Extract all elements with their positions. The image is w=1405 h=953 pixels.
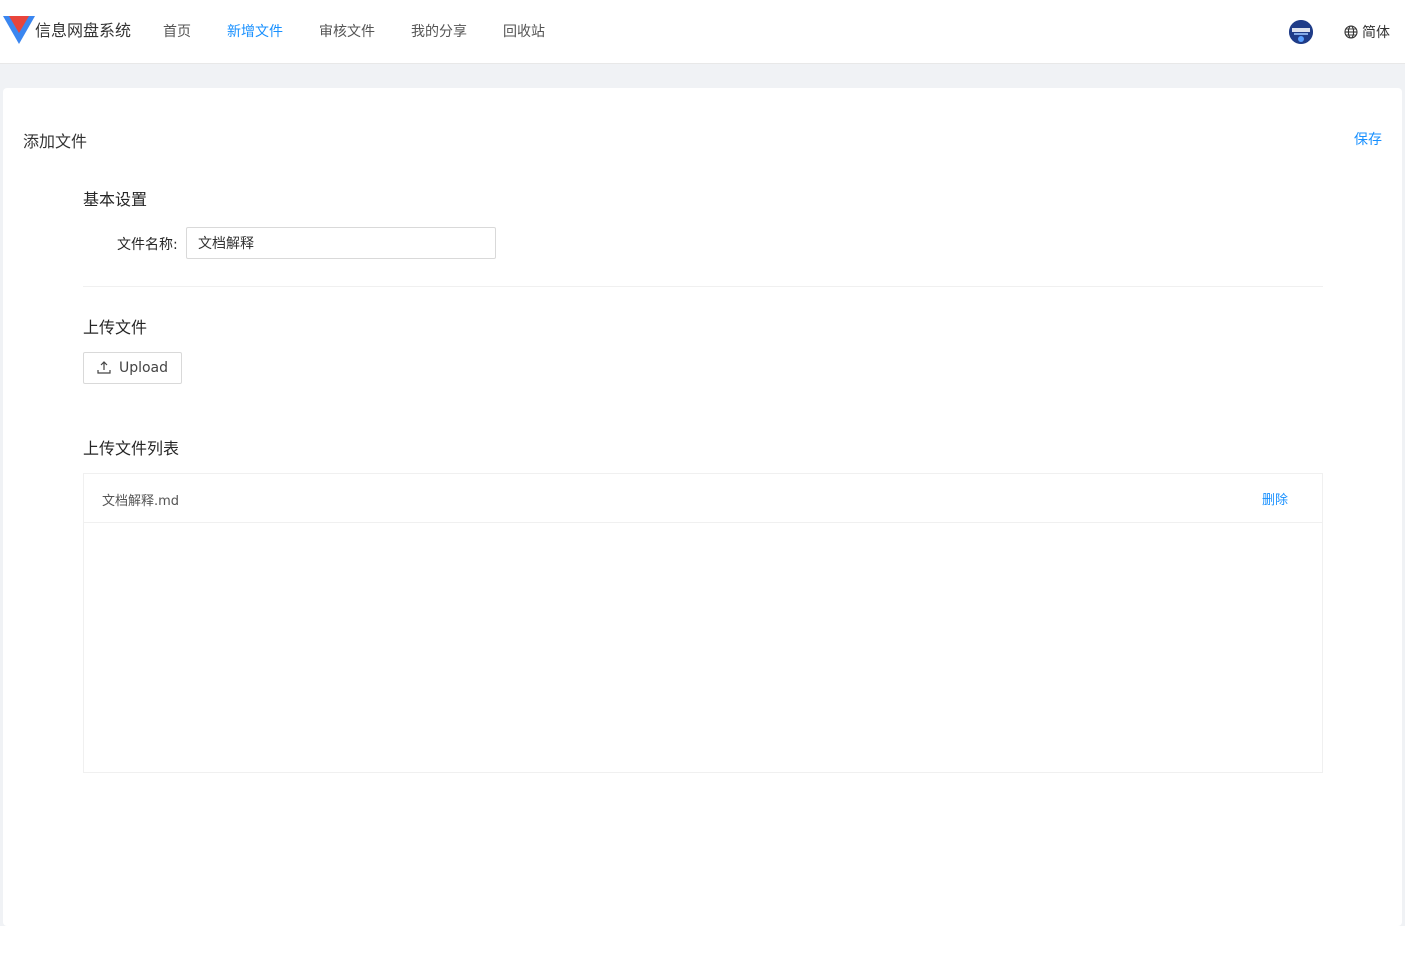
add-file-card: 添加文件 保存 基本设置 文件名称: 上传文件 Upload 上传文件列表 文档… xyxy=(3,88,1402,926)
upload-title: 上传文件 xyxy=(83,318,148,337)
upload-icon xyxy=(97,361,111,374)
file-item-name: 文档解释.md xyxy=(102,494,180,509)
list-item: 文档解释.md 删除 xyxy=(84,474,1322,523)
upload-button[interactable]: Upload xyxy=(83,352,182,384)
main-nav: 首页 新增文件 审核文件 我的分享 回收站 xyxy=(145,0,563,64)
file-name-label: 文件名称: xyxy=(117,237,178,253)
nav-item-my-share[interactable]: 我的分享 xyxy=(393,0,485,64)
page-title: 添加文件 xyxy=(23,132,88,151)
nav-item-add-file[interactable]: 新增文件 xyxy=(209,0,301,64)
nav-item-review-file[interactable]: 审核文件 xyxy=(301,0,393,64)
nav-item-home[interactable]: 首页 xyxy=(145,0,209,64)
top-navbar: 信息网盘系统 首页 新增文件 审核文件 我的分享 回收站 简体 xyxy=(0,0,1405,64)
upload-button-label: Upload xyxy=(118,360,169,376)
avatar-image-icon xyxy=(1289,20,1313,44)
delete-button[interactable]: 删除 xyxy=(1262,489,1288,508)
language-label: 简体 xyxy=(1362,25,1390,41)
logo-icon[interactable] xyxy=(3,16,35,46)
nav-item-recycle-bin[interactable]: 回收站 xyxy=(485,0,563,64)
save-button[interactable]: 保存 xyxy=(1354,129,1382,149)
file-name-input[interactable] xyxy=(186,227,496,259)
basic-settings-title: 基本设置 xyxy=(83,190,148,209)
language-switch[interactable]: 简体 xyxy=(1344,22,1390,42)
section-divider xyxy=(83,286,1323,287)
file-list-title: 上传文件列表 xyxy=(83,439,180,458)
uploaded-file-list: 文档解释.md 删除 xyxy=(83,473,1323,773)
globe-icon xyxy=(1344,25,1358,39)
avatar[interactable] xyxy=(1289,20,1313,44)
app-title: 信息网盘系统 xyxy=(35,21,132,40)
